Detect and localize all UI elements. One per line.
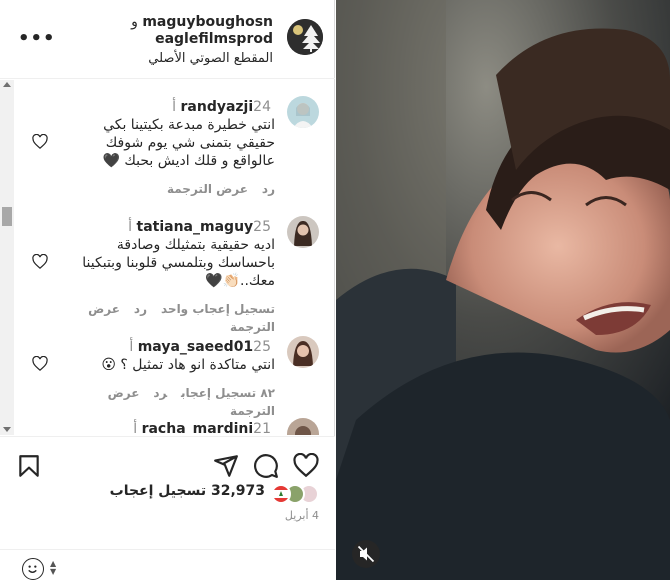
reply-button[interactable]: رد bbox=[153, 386, 167, 400]
like-comment-heart-icon[interactable] bbox=[32, 134, 48, 149]
audio-label-link[interactable]: المقطع الصوتي الأصلي bbox=[131, 50, 273, 67]
comment-line: انتي متاكدة انو هاد تمثيل ؟ 😮 bbox=[101, 357, 275, 373]
commenter-username[interactable]: racha_mardini bbox=[142, 421, 254, 435]
spinner-arrows-icon[interactable]: ▲ ▼ bbox=[50, 560, 56, 576]
commenter-username[interactable]: maya_saeed01 bbox=[138, 339, 253, 355]
comment-line: اديه حقيقية بتمثيلك وصادقة bbox=[116, 237, 275, 253]
commenter-avatar[interactable] bbox=[287, 96, 319, 128]
comment-line: باحساسك وبتلمسي قلوبنا وبتبكينا bbox=[82, 255, 275, 271]
author-conjunction: و bbox=[131, 14, 138, 30]
comment-line: انتي خطيرة مبدعة بكيتينا بكي bbox=[103, 117, 275, 133]
comment-likes-count[interactable]: تسجيل إعجاب واحد bbox=[161, 302, 275, 316]
bookmark-icon[interactable] bbox=[16, 453, 42, 479]
commenter-username[interactable]: randyazji bbox=[181, 99, 254, 115]
emoji-icon[interactable] bbox=[22, 558, 44, 580]
comment-likes-count[interactable]: ٨٢ تسجيل إعجاب bbox=[181, 386, 275, 400]
comments-list: randyazji24 أ انتي خطيرة مبدعة بكيتينا ب… bbox=[0, 80, 335, 435]
comment-line: حقيقي بتمنى شي يوم شوفك bbox=[105, 135, 275, 151]
author-secondary-link[interactable]: eaglefilmsprod bbox=[155, 31, 273, 47]
author-primary-link[interactable]: maguyboughosn bbox=[142, 14, 273, 30]
post-date[interactable]: 4 أبريل bbox=[285, 509, 319, 522]
reply-button[interactable]: رد bbox=[134, 302, 147, 316]
send-icon[interactable] bbox=[213, 453, 239, 479]
commenter-avatar[interactable] bbox=[287, 216, 319, 248]
like-comment-heart-icon[interactable] bbox=[32, 254, 48, 269]
comment-line: عالواقع و قلك اديش بحبك 🖤 bbox=[102, 153, 275, 169]
post-authors: maguyboughosn و eaglefilmsprod المقطع ال… bbox=[131, 14, 273, 67]
likers-avatars[interactable] bbox=[261, 484, 319, 504]
commenter-username[interactable]: tatiana_maguy bbox=[137, 219, 254, 235]
lebanon-flag-icon bbox=[271, 484, 291, 504]
post-side-panel: ••• maguyboughosn و eaglefilmsprod المقط… bbox=[0, 0, 335, 580]
cedar-logo-icon bbox=[287, 19, 323, 55]
comment-item: randyazji24 أ انتي خطيرة مبدعة بكيتينا ب… bbox=[14, 96, 335, 206]
comment-item: tatiana_maguy25 أ اديه حقيقية بتمثيلك وص… bbox=[14, 216, 335, 334]
commenter-avatar[interactable] bbox=[287, 336, 319, 368]
post-video[interactable] bbox=[336, 0, 670, 580]
comment-icon[interactable] bbox=[253, 453, 279, 479]
video-frame bbox=[336, 0, 670, 580]
comment-item: maya_saeed0125 أ انتي متاكدة انو هاد تمث… bbox=[14, 336, 335, 418]
likes-label[interactable]: تسجيل إعجاب bbox=[110, 483, 206, 499]
likes-count[interactable]: 32,973 bbox=[211, 483, 265, 499]
post-likes[interactable]: 32,973 تسجيل إعجاب bbox=[110, 483, 265, 499]
comment-item: racha_mardini21 أ bbox=[14, 418, 335, 435]
reply-button[interactable]: رد bbox=[262, 182, 275, 196]
commenter-avatar[interactable] bbox=[287, 418, 319, 435]
more-options-icon[interactable]: ••• bbox=[18, 28, 56, 49]
see-translation-button[interactable]: عرض الترجمة bbox=[167, 182, 248, 196]
post-action-bar: 32,973 تسجيل إعجاب 4 أبريل ▲ ▼ bbox=[0, 436, 335, 580]
post-header: ••• maguyboughosn و eaglefilmsprod المقط… bbox=[0, 0, 335, 79]
muted-speaker-icon[interactable] bbox=[352, 540, 380, 568]
author-avatar[interactable] bbox=[287, 19, 323, 55]
heart-icon[interactable] bbox=[293, 453, 319, 479]
comment-line: معك..👏🏻🖤 bbox=[205, 273, 275, 289]
comment-composer: ▲ ▼ bbox=[0, 549, 335, 580]
like-comment-heart-icon[interactable] bbox=[32, 356, 48, 371]
